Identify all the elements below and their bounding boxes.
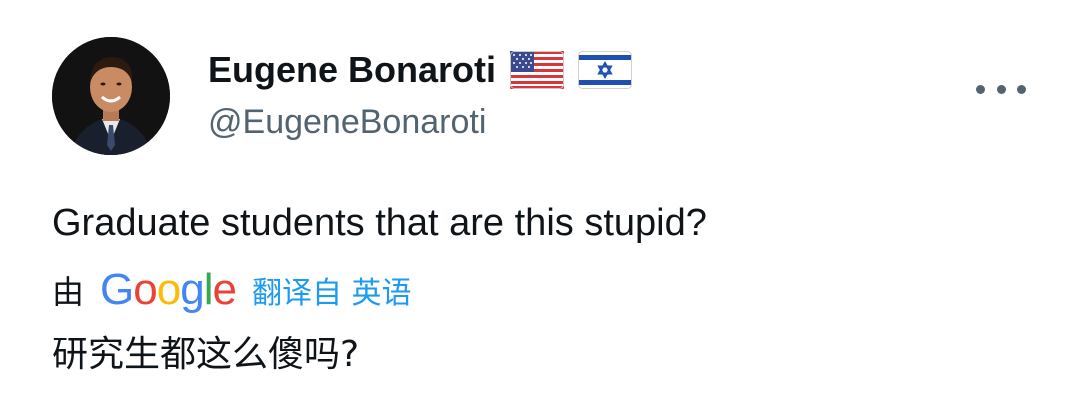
more-dot <box>996 84 1006 94</box>
google-logo-letter: g <box>180 265 205 314</box>
israel-flag-icon <box>578 51 633 89</box>
author-display-name[interactable]: Eugene Bonaroti <box>208 46 496 94</box>
more-dot <box>976 84 985 94</box>
google-logo-letter: o <box>133 265 158 314</box>
translated-tweet-text: 研究生都这么傻吗? <box>52 334 360 375</box>
author-display-name-row[interactable]: Eugene Bonaroti <box>208 46 633 94</box>
translated-by-label: 由 <box>52 273 85 311</box>
avatar[interactable] <box>52 37 170 155</box>
translated-from-link[interactable]: 翻译自 英语 <box>252 268 412 312</box>
us-flag-icon <box>510 51 565 89</box>
google-logo-letter: o <box>156 265 182 314</box>
more-dot <box>1017 84 1026 94</box>
translation-attribution: 由 Google 翻译自 英语 <box>52 262 412 318</box>
google-logo-letter: G <box>100 265 134 314</box>
author-handle[interactable]: @EugeneBonaroti <box>208 100 486 144</box>
tweet-text: Graduate students that are this stupid? <box>52 202 707 244</box>
google-logo-letter: e <box>212 265 237 314</box>
more-options-icon[interactable] <box>976 78 1026 100</box>
google-logo: Google <box>100 265 237 315</box>
avatar-image <box>52 37 170 155</box>
